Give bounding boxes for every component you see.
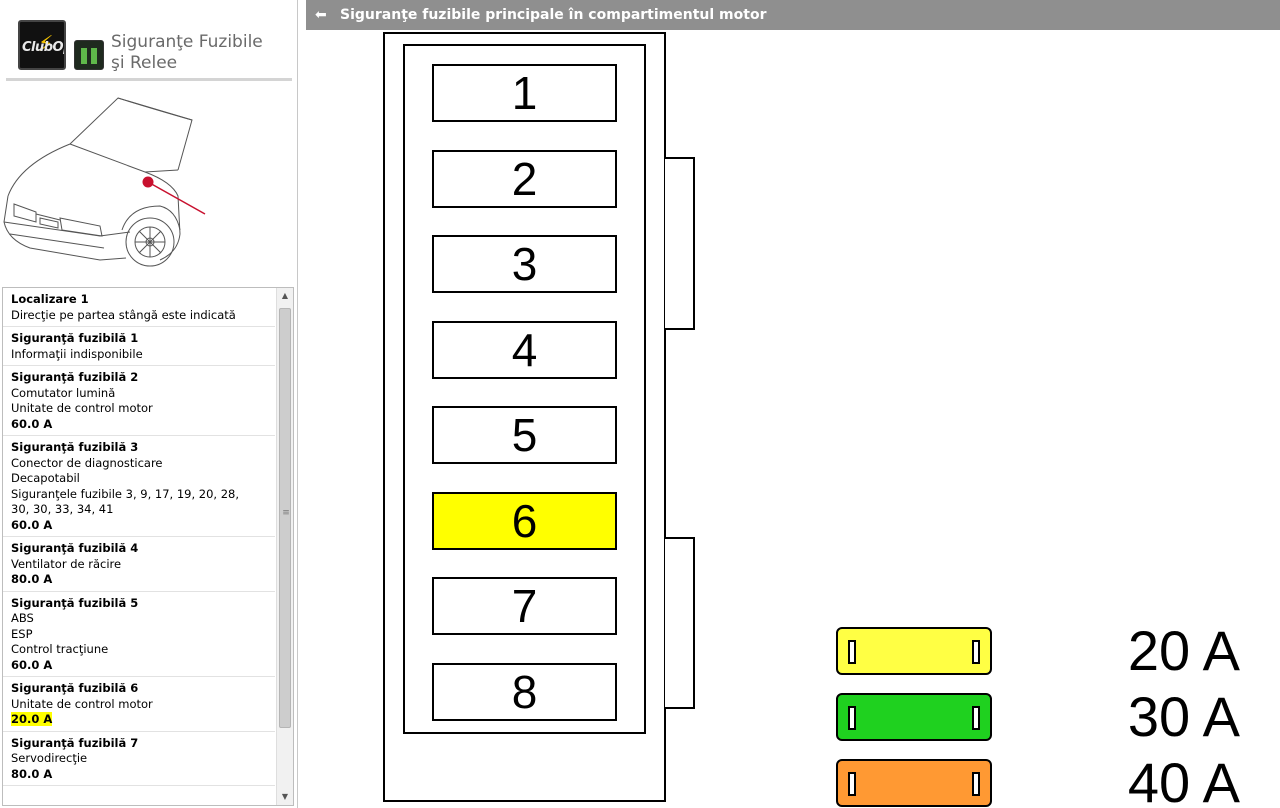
fuse-info-line: Comutator lumină: [11, 385, 116, 400]
fuse-box-side-tab-top: [665, 157, 695, 330]
fuse-info-amperage: 60.0 A: [11, 517, 53, 532]
fuse-info-amperage: 20.0 A: [11, 712, 53, 726]
fuse-blade-icon: [972, 640, 980, 664]
arrow-left-icon[interactable]: ⬅: [315, 6, 331, 24]
fuse-info-title: Siguranţă fuzibilă 3: [11, 440, 139, 454]
fuse-slot-3[interactable]: 3: [432, 235, 617, 293]
left-panel: ⚡ ClubOpel.co Siguranţe Fuzibile şi Rele…: [0, 0, 298, 808]
app-title-line2: şi Relee: [111, 53, 178, 73]
fuse-info-list[interactable]: Localizare 1 Direcţie pe partea stângă es…: [2, 287, 294, 806]
clubopel-logo-icon: ⚡ ClubOpel.co: [18, 20, 66, 70]
fuse-info-line: ESP: [11, 626, 33, 641]
fuse-info-amperage: 80.0 A: [11, 572, 53, 586]
fuse-info-line: Decapotabil: [11, 471, 80, 485]
fuse-info-amperage: 80.0 A: [11, 766, 53, 781]
fuse-info-item[interactable]: Siguranţă fuzibilă 6 Unitate de control m…: [3, 677, 275, 732]
legend-fuse-swatch: [836, 627, 992, 675]
fuse-info-title: Siguranţă fuzibilă 2: [11, 370, 139, 384]
fuse-info-line: 30, 30, 33, 34, 41: [11, 502, 114, 516]
fuse-info-line: Control tracţiune: [11, 642, 109, 656]
triangle-down-icon[interactable]: ▼: [277, 789, 293, 805]
fuse-slot-4[interactable]: 4: [432, 321, 617, 379]
fuse-info-title: Siguranţă fuzibilă 5: [11, 595, 139, 610]
fuse-blade-icon: [848, 640, 856, 664]
fuse-info-title: Siguranţă fuzibilă 6: [11, 681, 139, 695]
fuse-info-line: Ventilator de răcire: [11, 556, 122, 571]
fuse-info-item[interactable]: Siguranţă fuzibilă 3 Conector de diagnost…: [3, 436, 275, 537]
fuse-info-line: Informaţii indisponibile: [11, 346, 143, 361]
triangle-up-icon[interactable]: ▲: [277, 288, 293, 304]
scroll-grip-icon: ≡: [282, 508, 290, 518]
fuse-info-title: Siguranţă fuzibilă 7: [11, 735, 139, 750]
fuse-info-item[interactable]: Siguranţă fuzibilă 4 Ventilator de răcire…: [3, 537, 275, 592]
fuse-info-title: Siguranţă fuzibilă 1: [11, 331, 139, 345]
title-bar: ⬅ Siguranţe fuzibile principale în compa…: [306, 0, 1280, 30]
fuse-info-line: ABS: [11, 611, 34, 625]
fuse-info-item[interactable]: Localizare 1 Direcţie pe partea stângă es…: [3, 288, 275, 327]
fuse-slot-7[interactable]: 7: [432, 577, 617, 635]
fuse-info-line: Unitate de control motor: [11, 401, 153, 415]
legend-amperage-label: 20 A: [1127, 619, 1240, 682]
scroll-thumb[interactable]: ≡: [279, 308, 291, 728]
legend-amperage-label: 40 A: [1127, 751, 1240, 808]
fuse-box-location-marker: [142, 176, 154, 188]
app-header: ⚡ ClubOpel.co Siguranţe Fuzibile şi Rele…: [0, 0, 298, 82]
fuse-info-title: Siguranţă fuzibilă 4: [11, 541, 139, 555]
fuse-slot-1[interactable]: 1: [432, 64, 617, 122]
fuse-blade-icon: [848, 772, 856, 796]
fuse-info-line: Siguranţele fuzibile 3, 9, 17, 19, 20, 2…: [11, 486, 240, 501]
relay-pin: [81, 48, 87, 64]
car-location-illustration: [3, 97, 206, 267]
header-divider: [6, 78, 292, 81]
page-title: Siguranţe fuzibile principale în compart…: [340, 7, 767, 23]
list-scrollbar[interactable]: ▲ ≡ ▼: [276, 288, 293, 805]
fuse-info-item[interactable]: Siguranţă fuzibilă 5 ABS ESP Control tracţi…: [3, 592, 275, 677]
fuse-blade-icon: [848, 706, 856, 730]
fuse-info-items: Localizare 1 Direcţie pe partea stângă es…: [3, 288, 275, 786]
fuse-info-item[interactable]: Siguranţă fuzibilă 7 Servodirecţie 80.0 A: [3, 732, 275, 786]
fuse-info-item[interactable]: Siguranţă fuzibilă 2 Comutator lumină Unit…: [3, 366, 275, 436]
fuse-info-line: Servodirecţie: [11, 751, 88, 765]
legend-fuse-swatch: [836, 693, 992, 741]
fuse-slot-2[interactable]: 2: [432, 150, 617, 208]
fuse-blade-icon: [972, 772, 980, 796]
legend-amperage-label: 30 A: [1127, 685, 1240, 748]
fuse-info-amperage: 60.0 A: [11, 416, 53, 431]
fuse-slot-6[interactable]: 6: [432, 492, 617, 550]
relay-icon: [74, 40, 104, 70]
app-title: Siguranţe Fuzibile şi Relee: [111, 32, 263, 74]
fuse-info-amperage: 60.0 A: [11, 657, 53, 672]
relay-pin: [91, 48, 97, 64]
location-pointer-line: [147, 181, 206, 215]
fuse-slot-8[interactable]: 8: [432, 663, 617, 721]
legend-fuse-swatch: [836, 759, 992, 807]
logo-wordmark: ClubOpel.co: [22, 40, 64, 55]
fuse-box-side-tab-bottom: [665, 537, 695, 709]
fuse-info-line: Direcţie pe partea stângă este indicată: [11, 307, 236, 322]
fuse-info-title: Localizare 1: [11, 292, 89, 306]
app-title-line1: Siguranţe Fuzibile: [111, 32, 263, 52]
fuse-info-line: Conector de diagnosticare: [11, 455, 163, 470]
fuse-info-line: Unitate de control motor: [11, 696, 153, 711]
fuse-blade-icon: [972, 706, 980, 730]
fuse-slot-5[interactable]: 5: [432, 406, 617, 464]
fuse-info-item[interactable]: Siguranţă fuzibilă 1 Informaţii indisponi…: [3, 327, 275, 366]
